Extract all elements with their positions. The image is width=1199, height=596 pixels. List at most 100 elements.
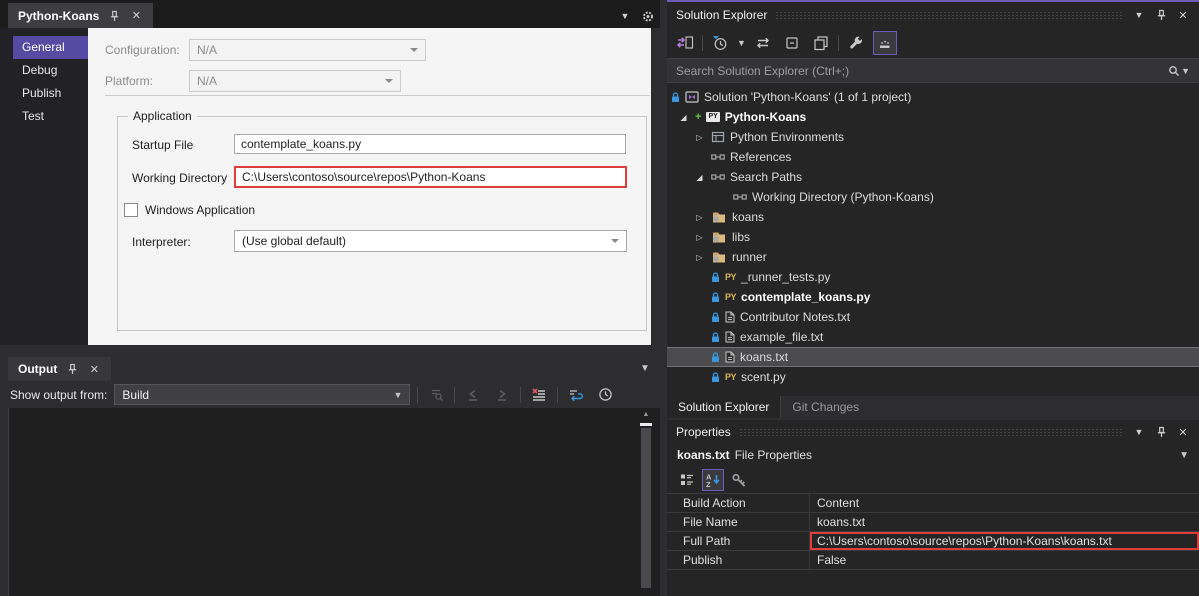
tree-item[interactable]: ◢ Search Paths xyxy=(667,167,1199,187)
separator xyxy=(520,386,522,403)
chevron-down-icon[interactable]: ▼ xyxy=(1181,66,1190,76)
lock-icon xyxy=(711,271,720,283)
tree-item[interactable]: koans.txt xyxy=(667,347,1199,367)
collapsed-arrow-icon[interactable]: ▷ xyxy=(693,213,706,222)
pin-icon[interactable] xyxy=(1154,425,1168,439)
tree-item[interactable]: ▷ koans xyxy=(667,207,1199,227)
close-icon[interactable]: ✕ xyxy=(1176,8,1190,22)
property-value[interactable]: False xyxy=(810,551,1199,569)
search-icon[interactable] xyxy=(1167,64,1181,78)
preview-selected-items-icon[interactable] xyxy=(872,31,897,55)
collapsed-arrow-icon[interactable]: ▷ xyxy=(693,253,706,262)
tree-item[interactable]: PY _runner_tests.py xyxy=(667,267,1199,287)
scrollbar-thumb[interactable] xyxy=(640,423,652,426)
startup-file-label: Startup File xyxy=(132,138,194,152)
tree-item[interactable]: Working Directory (Python-Koans) xyxy=(667,187,1199,207)
find-message-icon[interactable] xyxy=(425,385,447,405)
tree-item[interactable]: Solution 'Python-Koans' (1 of 1 project) xyxy=(667,87,1199,107)
close-icon[interactable]: ✕ xyxy=(87,362,101,376)
configuration-dropdown[interactable]: N/A xyxy=(189,39,426,61)
tree-item[interactable]: ▷ Python Environments xyxy=(667,127,1199,147)
document-tab[interactable]: Python-Koans ✕ xyxy=(8,3,154,28)
platform-dropdown[interactable]: N/A xyxy=(189,70,401,92)
tree-item[interactable]: PY contemplate_koans.py xyxy=(667,287,1199,307)
window-position-chevron-icon[interactable]: ▼ xyxy=(1132,8,1146,22)
sidebar-item-debug[interactable]: Debug xyxy=(13,59,88,82)
tree-item[interactable]: ◢ + PY Python-Koans xyxy=(667,107,1199,127)
expanded-arrow-icon[interactable]: ◢ xyxy=(693,173,706,182)
collapsed-arrow-icon[interactable]: ▷ xyxy=(693,233,706,242)
property-name: Build Action xyxy=(667,494,810,512)
tree-item-label: Search Paths xyxy=(730,170,803,184)
text-file-icon xyxy=(725,331,735,343)
output-source-dropdown[interactable]: Build ▼ xyxy=(114,384,411,405)
timestamp-icon[interactable] xyxy=(594,385,616,405)
lock-icon xyxy=(711,311,720,323)
pending-changes-filter-icon[interactable] xyxy=(708,31,732,55)
property-value[interactable]: C:\Users\contoso\source\repos\Python-Koa… xyxy=(810,532,1199,550)
lock-icon xyxy=(711,291,720,303)
locked-folder-icon xyxy=(711,211,727,223)
properties-title-bar[interactable]: Properties ▼ ✕ xyxy=(667,420,1199,444)
sidebar-item-test[interactable]: Test xyxy=(13,105,88,128)
alphabetical-sort-icon[interactable]: AZ xyxy=(702,468,724,491)
tab-list-chevron-icon[interactable]: ▼ xyxy=(618,9,632,23)
scroll-up-arrow-icon[interactable]: ▲ xyxy=(639,410,653,420)
window-position-chevron-icon[interactable]: ▼ xyxy=(1132,425,1146,439)
property-value[interactable]: Content xyxy=(810,494,1199,512)
word-wrap-icon[interactable] xyxy=(565,385,587,405)
tree-item[interactable]: References xyxy=(667,147,1199,167)
separator xyxy=(105,95,650,96)
property-value[interactable]: koans.txt xyxy=(810,513,1199,531)
sidebar-item-publish[interactable]: Publish xyxy=(13,82,88,105)
tool-window-tab-solution-explorer[interactable]: Solution Explorer xyxy=(667,396,782,418)
drag-texture xyxy=(738,427,1124,437)
tree-item[interactable]: example_file.txt xyxy=(667,327,1199,347)
sync-with-active-document-icon[interactable] xyxy=(673,31,697,55)
close-icon[interactable]: ✕ xyxy=(129,9,143,23)
text-file-icon xyxy=(725,311,735,323)
solution-explorer-search-input[interactable]: Search Solution Explorer (Ctrl+;) ▼ xyxy=(667,58,1199,83)
expanded-arrow-icon[interactable]: ◢ xyxy=(677,113,690,122)
categorized-icon[interactable] xyxy=(676,469,698,491)
copy-documents-icon[interactable] xyxy=(809,31,833,55)
collapsed-arrow-icon[interactable]: ▷ xyxy=(693,133,706,142)
panel-menu-chevron-icon[interactable]: ▼ xyxy=(640,363,650,374)
pin-icon[interactable] xyxy=(107,9,121,23)
output-tab[interactable]: Output ✕ xyxy=(8,357,112,381)
close-icon[interactable]: ✕ xyxy=(1176,425,1190,439)
property-name: File Name xyxy=(667,513,810,531)
tree-item[interactable]: ▷ runner xyxy=(667,247,1199,267)
previous-message-icon[interactable] xyxy=(462,385,484,405)
chevron-down-icon[interactable]: ▼ xyxy=(1179,450,1189,461)
property-pages-key-icon[interactable] xyxy=(728,469,750,491)
sidebar-item-general[interactable]: General xyxy=(13,36,93,59)
switch-views-icon[interactable] xyxy=(751,31,775,55)
collapse-all-icon[interactable] xyxy=(780,31,804,55)
chevron-down-icon xyxy=(385,79,393,83)
output-scrollbar[interactable]: ▲ xyxy=(639,410,653,594)
lock-icon xyxy=(711,371,720,383)
clear-all-icon[interactable] xyxy=(528,385,550,405)
properties-wrench-icon[interactable] xyxy=(844,31,868,55)
working-directory-input[interactable]: C:\Users\contoso\source\repos\Python-Koa… xyxy=(234,166,627,188)
pin-icon[interactable] xyxy=(65,362,79,376)
solution-explorer-title-bar[interactable]: Solution Explorer ▼ ✕ xyxy=(667,2,1199,28)
properties-toolbar: AZ xyxy=(667,466,1199,493)
tree-item[interactable]: ▷ libs xyxy=(667,227,1199,247)
next-message-icon[interactable] xyxy=(491,385,513,405)
tree-item[interactable]: Contributor Notes.txt xyxy=(667,307,1199,327)
interpreter-dropdown[interactable]: (Use global default) xyxy=(234,230,627,252)
pin-icon[interactable] xyxy=(1154,8,1168,22)
application-group: Application Startup File contemplate_koa… xyxy=(117,109,647,331)
startup-file-input[interactable]: contemplate_koans.py xyxy=(234,134,626,154)
gear-icon[interactable] xyxy=(641,9,655,23)
properties-object-selector[interactable]: koans.txt File Properties ▼ xyxy=(667,444,1199,466)
tree-item[interactable]: PY scent.py xyxy=(667,367,1199,387)
property-row: File Name koans.txt xyxy=(667,513,1199,532)
interpreter-label: Interpreter: xyxy=(132,235,191,249)
windows-application-checkbox[interactable] xyxy=(124,203,138,217)
tool-window-tab-git-changes[interactable]: Git Changes xyxy=(781,396,870,418)
chevron-down-icon[interactable]: ▼ xyxy=(737,38,746,48)
scrollbar-track[interactable] xyxy=(641,428,651,588)
